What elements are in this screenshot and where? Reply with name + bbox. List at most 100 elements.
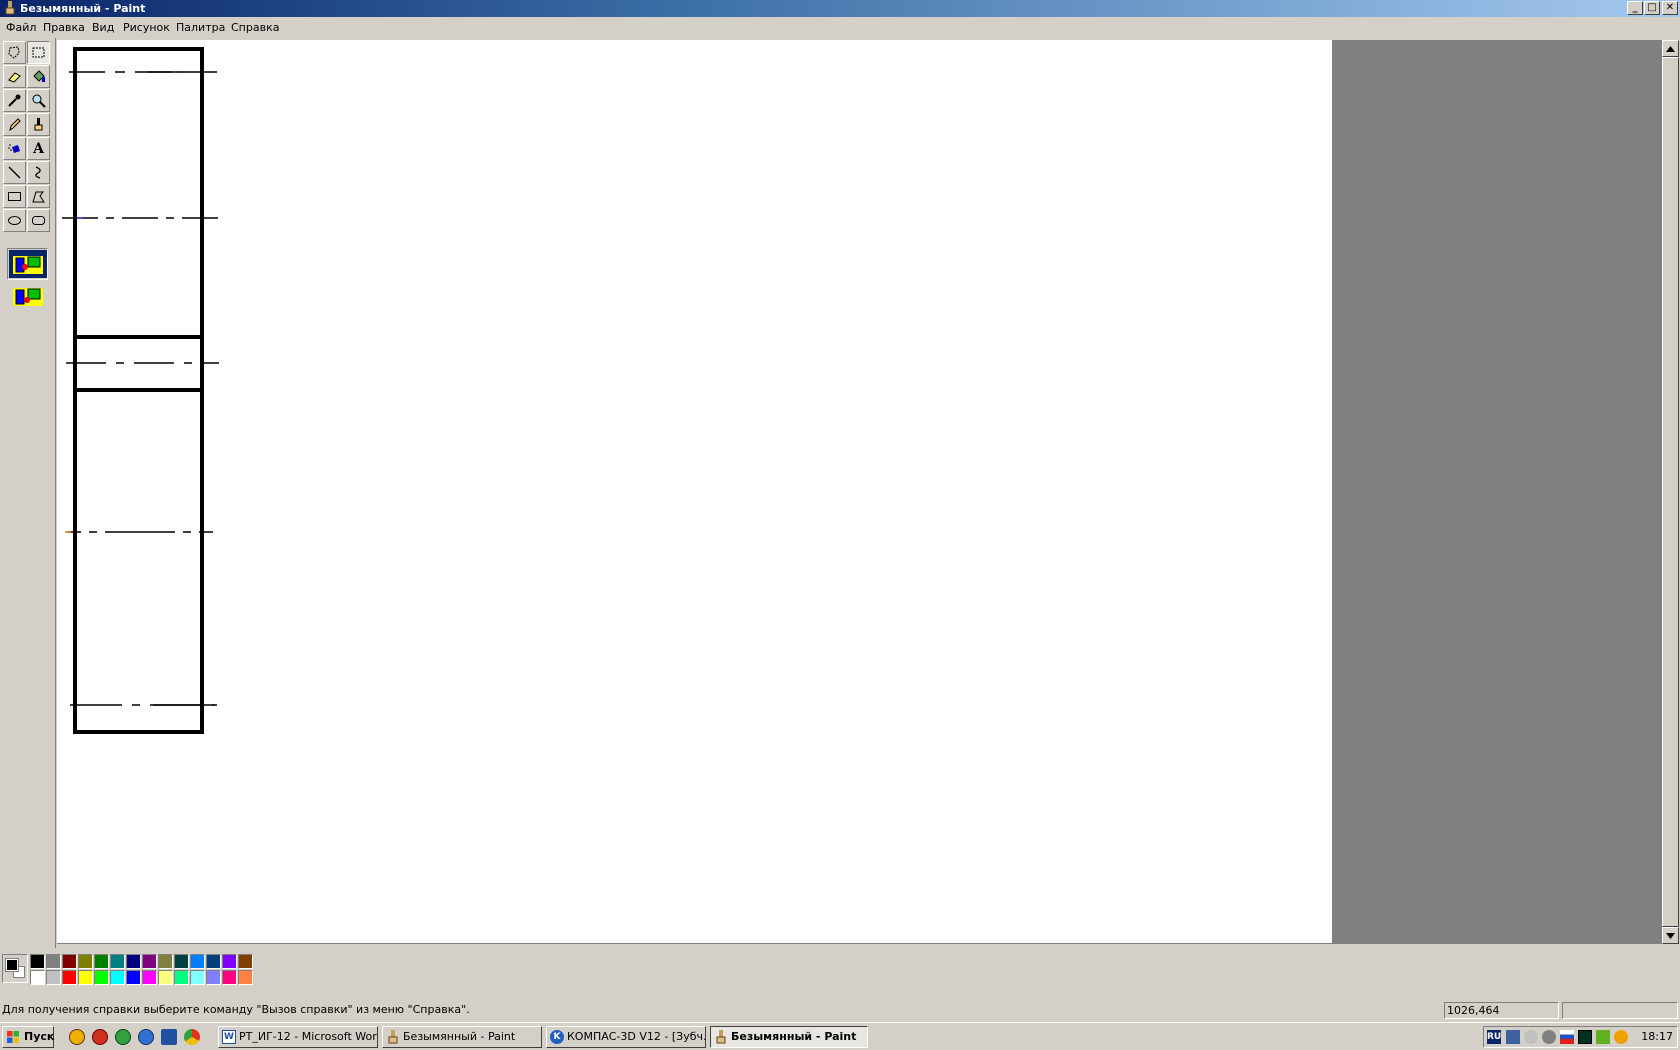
- aimp-icon[interactable]: [69, 1029, 85, 1045]
- ellipse-tool[interactable]: [3, 209, 26, 232]
- nvidia-icon[interactable]: [1596, 1030, 1610, 1044]
- menu-file[interactable]: Файл: [6, 21, 36, 34]
- scroll-thumb[interactable]: [1662, 57, 1679, 927]
- palette-swatch[interactable]: [174, 954, 189, 969]
- palette-swatch[interactable]: [46, 954, 61, 969]
- task-word[interactable]: W РТ_ИГ-12 - Microsoft Word: [218, 1026, 378, 1048]
- text-tool[interactable]: A: [27, 137, 50, 160]
- pencil-icon: [9, 118, 21, 132]
- word-icon: W: [222, 1030, 236, 1044]
- palette-swatch[interactable]: [142, 970, 157, 985]
- palette-swatch[interactable]: [46, 970, 61, 985]
- vertical-scrollbar[interactable]: [1662, 40, 1679, 944]
- rounded-rectangle-tool[interactable]: [27, 209, 50, 232]
- status-bar: Для получения справки выберите команду "…: [0, 1000, 1680, 1020]
- foreground-color[interactable]: [5, 958, 19, 972]
- palette-swatch[interactable]: [190, 970, 205, 985]
- clock: 18:17: [1641, 1030, 1673, 1043]
- pencil-tool[interactable]: [3, 113, 26, 136]
- palette-swatch[interactable]: [126, 954, 141, 969]
- menu-view[interactable]: Вид: [92, 21, 114, 34]
- eraser-tool[interactable]: [3, 65, 26, 88]
- paint-icon: [388, 1030, 398, 1044]
- line-icon: [8, 166, 21, 179]
- window-title: Безымянный - Paint: [20, 2, 146, 15]
- palette-swatch[interactable]: [222, 970, 237, 985]
- opera-icon[interactable]: [92, 1029, 108, 1045]
- menu-bar: Файл Правка Вид Рисунок Палитра Справка: [0, 18, 1680, 38]
- line-tool[interactable]: [3, 161, 26, 184]
- palette-swatch[interactable]: [78, 970, 93, 985]
- arrow-down-icon: [1666, 933, 1675, 939]
- russian-flag-icon[interactable]: [1560, 1030, 1574, 1044]
- start-button[interactable]: Пуск: [2, 1026, 54, 1048]
- palette-swatch[interactable]: [190, 954, 205, 969]
- menu-help[interactable]: Справка: [231, 21, 279, 34]
- transparent-option[interactable]: [7, 280, 48, 312]
- show-desktop-icon[interactable]: [161, 1029, 177, 1045]
- language-indicator[interactable]: RU: [1487, 1030, 1501, 1044]
- curve-tool[interactable]: [27, 161, 50, 184]
- title-bar: Безымянный - Paint _ □ ✕: [0, 0, 1680, 17]
- task-paint-active[interactable]: Безымянный - Paint: [710, 1026, 868, 1048]
- menu-image[interactable]: Рисунок: [123, 21, 170, 34]
- maximize-button[interactable]: □: [1644, 1, 1660, 15]
- task-label: Безымянный - Paint: [731, 1030, 857, 1043]
- brush-tool[interactable]: [27, 113, 50, 136]
- palette-swatch[interactable]: [222, 954, 237, 969]
- airbrush-icon: [8, 144, 20, 153]
- utorrent-icon[interactable]: [115, 1029, 131, 1045]
- volume-icon[interactable]: [1542, 1030, 1556, 1044]
- palette-swatch[interactable]: [126, 970, 141, 985]
- palette-swatch[interactable]: [62, 970, 77, 985]
- internet-explorer-icon[interactable]: [138, 1029, 154, 1045]
- color-palette: [0, 951, 1680, 991]
- brush-icon: [34, 118, 43, 131]
- status-help-text: Для получения справки выберите команду "…: [2, 1003, 470, 1016]
- fill-tool[interactable]: [27, 65, 50, 88]
- polygon-tool[interactable]: [27, 185, 50, 208]
- rounded-rectangle-icon: [32, 216, 45, 225]
- magnifier-tool[interactable]: [27, 89, 50, 112]
- skype-icon[interactable]: [1524, 1030, 1538, 1044]
- palette-swatch[interactable]: [206, 954, 221, 969]
- free-form-select-icon: [8, 46, 20, 59]
- menu-colors[interactable]: Палитра: [176, 21, 225, 34]
- palette-swatch[interactable]: [238, 954, 253, 969]
- palette-swatch[interactable]: [62, 954, 77, 969]
- task-kompas[interactable]: K КОМПАС-3D V12 - [Зубч...: [546, 1026, 706, 1048]
- palette-swatch[interactable]: [30, 954, 45, 969]
- palette-swatch[interactable]: [30, 970, 45, 985]
- taskbar: Пуск W РТ_ИГ-12 - Microsoft Word Безымян…: [0, 1022, 1680, 1050]
- scroll-down-button[interactable]: [1662, 927, 1679, 944]
- update-icon[interactable]: [1614, 1030, 1628, 1044]
- network-icon[interactable]: [1506, 1030, 1520, 1044]
- ellipse-icon: [8, 216, 21, 225]
- chrome-icon[interactable]: [184, 1029, 200, 1045]
- select-tool[interactable]: [27, 41, 50, 64]
- pick-color-tool[interactable]: [3, 89, 26, 112]
- palette-swatch[interactable]: [94, 970, 109, 985]
- palette-swatch[interactable]: [110, 970, 125, 985]
- palette-swatch[interactable]: [158, 970, 173, 985]
- drawing-canvas[interactable]: [57, 40, 1332, 943]
- magnifier-icon: [32, 94, 46, 108]
- task-paint-1[interactable]: Безымянный - Paint: [382, 1026, 542, 1048]
- palette-swatch[interactable]: [158, 954, 173, 969]
- palette-swatch[interactable]: [174, 970, 189, 985]
- palette-swatch[interactable]: [78, 954, 93, 969]
- close-button[interactable]: ✕: [1662, 1, 1678, 15]
- palette-swatch[interactable]: [94, 954, 109, 969]
- palette-swatch[interactable]: [206, 970, 221, 985]
- menu-edit[interactable]: Правка: [43, 21, 85, 34]
- rectangle-tool[interactable]: [3, 185, 26, 208]
- palette-swatch[interactable]: [238, 970, 253, 985]
- airbrush-tool[interactable]: [3, 137, 26, 160]
- palette-swatch[interactable]: [110, 954, 125, 969]
- scroll-up-button[interactable]: [1662, 40, 1679, 57]
- palette-swatch[interactable]: [142, 954, 157, 969]
- free-form-select-tool[interactable]: [3, 41, 26, 64]
- minimize-button[interactable]: _: [1627, 1, 1643, 15]
- monitor-icon[interactable]: [1578, 1030, 1592, 1044]
- opaque-option[interactable]: [8, 250, 47, 278]
